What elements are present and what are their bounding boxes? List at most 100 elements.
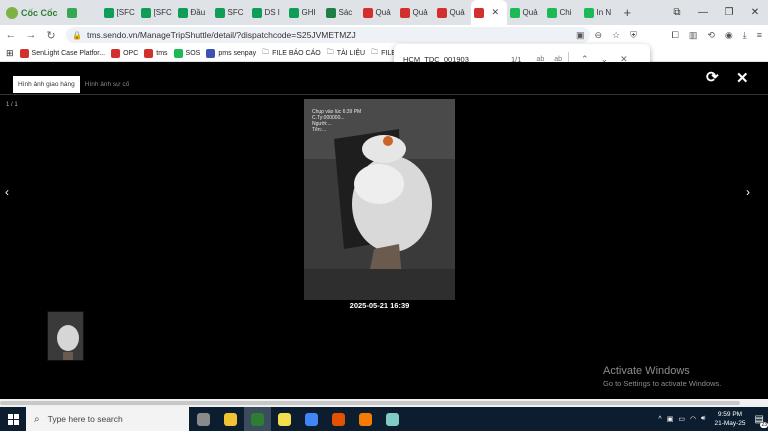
tab-favicon-icon [66, 7, 77, 18]
back-button[interactable]: ← [2, 29, 20, 41]
profile-icon[interactable]: ◉ [725, 30, 733, 41]
bookmark-item[interactable]: tms [144, 48, 168, 58]
maximize-button[interactable]: ❐ [716, 7, 742, 18]
tab-label: Sác [338, 8, 353, 17]
close-viewer-icon[interactable]: ✕ [736, 69, 749, 87]
reload-button[interactable]: ↻ [42, 29, 60, 42]
bookmark-item[interactable]: SenLight Case Platfor... [19, 48, 105, 58]
bookmark-item[interactable]: 🗀 TÀI LIỆU [327, 48, 365, 59]
rotate-icon[interactable]: ⟳ [706, 68, 719, 86]
folder-icon: 🗀 [262, 48, 270, 56]
photo-thumbnail[interactable] [47, 311, 84, 361]
taskbar-app-button[interactable] [190, 407, 217, 431]
zoom-icon[interactable]: ⊖ [595, 30, 603, 41]
tab-label: Quả [412, 8, 428, 17]
taskbar-app-button[interactable] [271, 407, 298, 431]
bookmark-label: SOS [185, 49, 201, 57]
taskbar-app-button[interactable] [352, 407, 379, 431]
activate-windows-watermark: Activate Windows Go to Settings to activ… [603, 365, 721, 388]
tab-label: In N [596, 8, 612, 17]
battery-icon[interactable]: ▭ [678, 415, 685, 423]
search-icon: ⌕ [34, 413, 40, 425]
reader-icon[interactable]: ▣ [576, 30, 585, 41]
taskbar-app-button[interactable] [298, 407, 325, 431]
site-info-icon[interactable]: 🔒 [72, 31, 82, 40]
tray-overflow-icon[interactable]: ^ [658, 416, 661, 423]
taskbar-app-button[interactable] [244, 407, 271, 431]
tab-favicon-icon [214, 7, 225, 18]
shield-icon[interactable]: ⛨ [630, 30, 637, 41]
tab-favicon-icon [399, 7, 410, 18]
bookmark-item[interactable]: 🗀 FILE BÁO CÁO [262, 48, 321, 59]
next-image-icon[interactable]: › [746, 185, 750, 199]
url-text: tms.sendo.vn/ManageTripShuttle/detail/?d… [86, 30, 356, 40]
tab-label: Quả [449, 8, 465, 17]
sidebar-icon[interactable]: ▥ [689, 30, 698, 41]
tab-favicon-icon [436, 7, 447, 18]
windows-logo-icon [7, 413, 19, 425]
browser-tab[interactable]: [SFC [138, 0, 175, 25]
tab-search-icon[interactable]: ⧉ [664, 7, 690, 18]
download-icon[interactable]: ⤓ [743, 30, 747, 41]
taskbar-search-box[interactable]: ⌕ Type here to search [26, 407, 189, 431]
bookmark-item[interactable]: pms senpay [206, 48, 256, 58]
browser-tab[interactable]: Quả [507, 0, 544, 25]
tab-label: Quả [522, 8, 538, 17]
browser-tab[interactable]: Đầu [175, 0, 212, 25]
bookmark-label: OPC [123, 49, 139, 57]
browser-tab[interactable]: Sác [323, 0, 360, 25]
browser-tab[interactable] [64, 0, 101, 25]
wifi-icon[interactable]: ◠ [690, 415, 696, 423]
browser-tab[interactable]: Quả [360, 0, 397, 25]
coccoc-menu-button[interactable]: Cốc Cốc [0, 0, 64, 25]
history-icon[interactable]: ⟲ [707, 30, 715, 41]
viewer-divider [0, 94, 768, 95]
clock-date: 21-May-25 [714, 420, 746, 427]
tab-delivery-images[interactable]: Hình ảnh giao hàng [13, 76, 80, 93]
browser-tab[interactable]: [SFC [101, 0, 138, 25]
folder-icon: 🗀 [371, 48, 379, 56]
taskbar-app-icon [251, 412, 264, 426]
extensions-icon[interactable]: ⧠ [672, 30, 679, 41]
image-counter: 1 / 1 [6, 102, 18, 108]
bookmark-star-icon[interactable]: ☆ [612, 30, 620, 41]
tab-favicon-icon [140, 7, 151, 18]
close-window-button[interactable]: ✕ [742, 7, 768, 18]
browser-tab[interactable]: DS l [249, 0, 286, 25]
browser-tab[interactable]: In N [581, 0, 618, 25]
taskbar-app-button[interactable] [379, 407, 406, 431]
tray-app-icon[interactable]: ▣ [667, 415, 674, 423]
tab-label: GHI [301, 8, 316, 17]
new-tab-button[interactable]: + [618, 5, 638, 20]
notification-center-icon[interactable]: ▤ 23 [755, 414, 768, 428]
delivery-photo[interactable]: Chụp vào lúc 6:39 PM C.Ty:000000... Người:… [304, 99, 455, 300]
volume-icon[interactable]: 🔊︎ [701, 415, 705, 423]
apps-grid-icon[interactable]: ⊞ [6, 48, 14, 59]
scrollbar-thumb[interactable] [0, 401, 740, 405]
browser-tab[interactable]: Quả [434, 0, 471, 25]
bookmark-item[interactable]: OPC [111, 48, 139, 58]
tab-favicon-icon [177, 7, 188, 18]
forward-button[interactable]: → [22, 29, 40, 41]
clock[interactable]: 9:59 PM 21-May-25 [714, 410, 745, 428]
coccoc-logo-icon [6, 6, 18, 19]
tab-label: Quả [375, 8, 391, 17]
browser-tab[interactable]: Quả [397, 0, 434, 25]
address-bar[interactable]: 🔒 tms.sendo.vn/ManageTripShuttle/detail/… [66, 27, 590, 43]
menu-icon[interactable]: ≡ [757, 30, 762, 40]
tab-incident-images[interactable]: Hình ảnh sự cố [80, 76, 134, 93]
taskbar-app-button[interactable] [217, 407, 244, 431]
browser-tab[interactable]: SFC [212, 0, 249, 25]
taskbar-app-button[interactable] [325, 407, 352, 431]
start-button[interactable] [0, 407, 26, 431]
minimize-button[interactable]: — [690, 7, 716, 18]
prev-image-icon[interactable]: ‹ [5, 185, 9, 199]
browser-tab[interactable]: GHI [286, 0, 323, 25]
close-tab-icon[interactable]: ✕ [492, 7, 500, 18]
browser-tab[interactable]: ✕ [470, 0, 507, 25]
browser-tab[interactable]: Chi [544, 0, 581, 25]
bookmark-item[interactable]: SOS [173, 48, 201, 58]
tab-favicon-icon [473, 7, 484, 18]
horizontal-scrollbar[interactable] [0, 399, 768, 407]
tab-label: [SFC [153, 8, 172, 17]
